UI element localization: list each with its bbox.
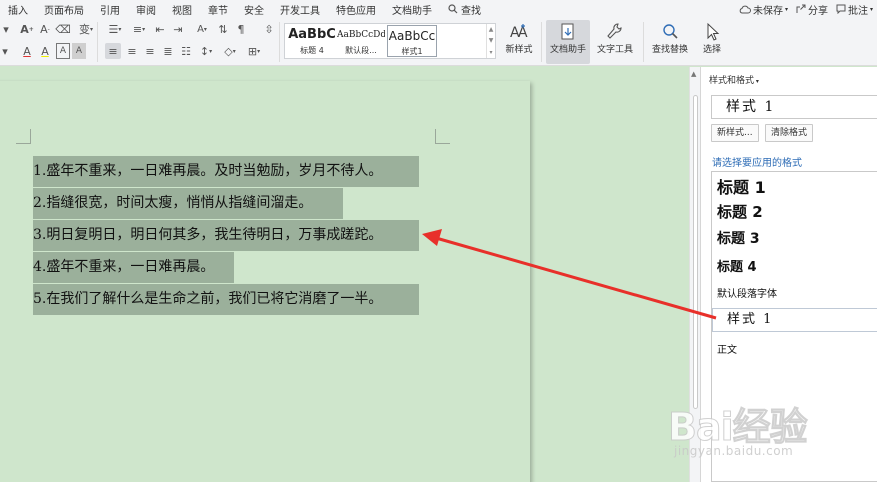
watermark-logo: Bai经验: [668, 405, 809, 450]
baidu-watermark: Bai经验 jingyan.baidu.com: [668, 396, 838, 466]
watermark-url: jingyan.baidu.com: [674, 444, 794, 458]
